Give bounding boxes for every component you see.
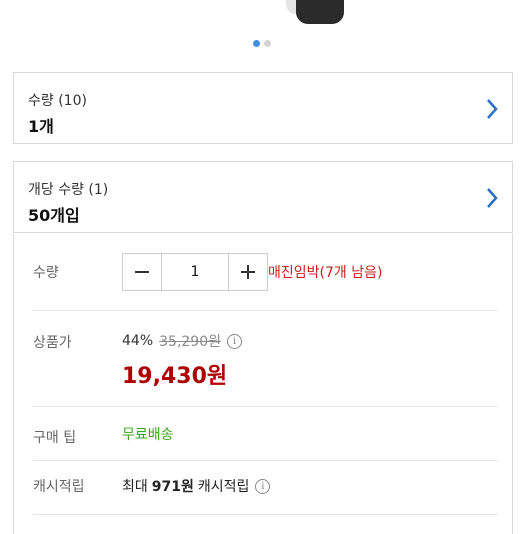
increase-button[interactable] <box>229 254 267 290</box>
info-icon[interactable]: i <box>255 478 271 494</box>
product-details-panel: 수량 매진임박(7개 남음) 상품가 44% 35,290원 i 19,430원… <box>13 234 513 534</box>
divider <box>33 514 498 515</box>
option-value: 50개입 <box>28 206 80 225</box>
product-image-carousel[interactable] <box>0 0 526 58</box>
tip-label: 구매 팁 <box>33 430 77 446</box>
original-price: 35,290원 <box>159 334 221 350</box>
option-label: 수량 (10) <box>28 93 87 109</box>
cash-amount: 971원 <box>151 479 194 495</box>
plus-icon <box>241 265 255 279</box>
quantity-input[interactable] <box>161 254 229 290</box>
cash-reward-line: 최대 971원 캐시적립 i <box>122 476 271 496</box>
option-quantity-selector[interactable]: 수량 (10) 1개 <box>13 72 513 144</box>
cash-prefix: 최대 <box>122 479 148 495</box>
divider <box>33 460 498 461</box>
option-label: 개당 수량 (1) <box>28 182 109 198</box>
info-icon[interactable]: i <box>227 333 242 349</box>
chevron-right-icon <box>487 99 498 119</box>
carousel-indicator <box>253 40 271 47</box>
cash-label: 캐시적립 <box>33 479 85 495</box>
divider <box>33 406 498 407</box>
chevron-right-icon <box>487 188 498 208</box>
divider <box>33 310 498 311</box>
discount-rate: 44% <box>122 333 154 349</box>
sale-price: 19,430원 <box>122 364 228 389</box>
discount-line: 44% 35,290원 i <box>122 331 242 351</box>
minus-icon <box>135 271 149 273</box>
carousel-dot-2[interactable] <box>264 40 271 47</box>
option-unit-quantity-selector[interactable]: 개당 수량 (1) 50개입 <box>13 161 513 233</box>
quantity-stepper[interactable] <box>122 253 268 291</box>
decrease-button[interactable] <box>123 254 161 290</box>
quantity-label: 수량 <box>33 265 59 281</box>
free-shipping-badge: 무료배송 <box>122 427 174 443</box>
stock-warning: 매진임박(7개 남음) <box>268 265 383 281</box>
price-label: 상품가 <box>33 335 72 351</box>
carousel-dot-1[interactable] <box>253 40 260 47</box>
product-image <box>296 0 344 24</box>
option-value: 1개 <box>28 117 54 136</box>
cash-suffix: 캐시적립 <box>197 479 250 495</box>
